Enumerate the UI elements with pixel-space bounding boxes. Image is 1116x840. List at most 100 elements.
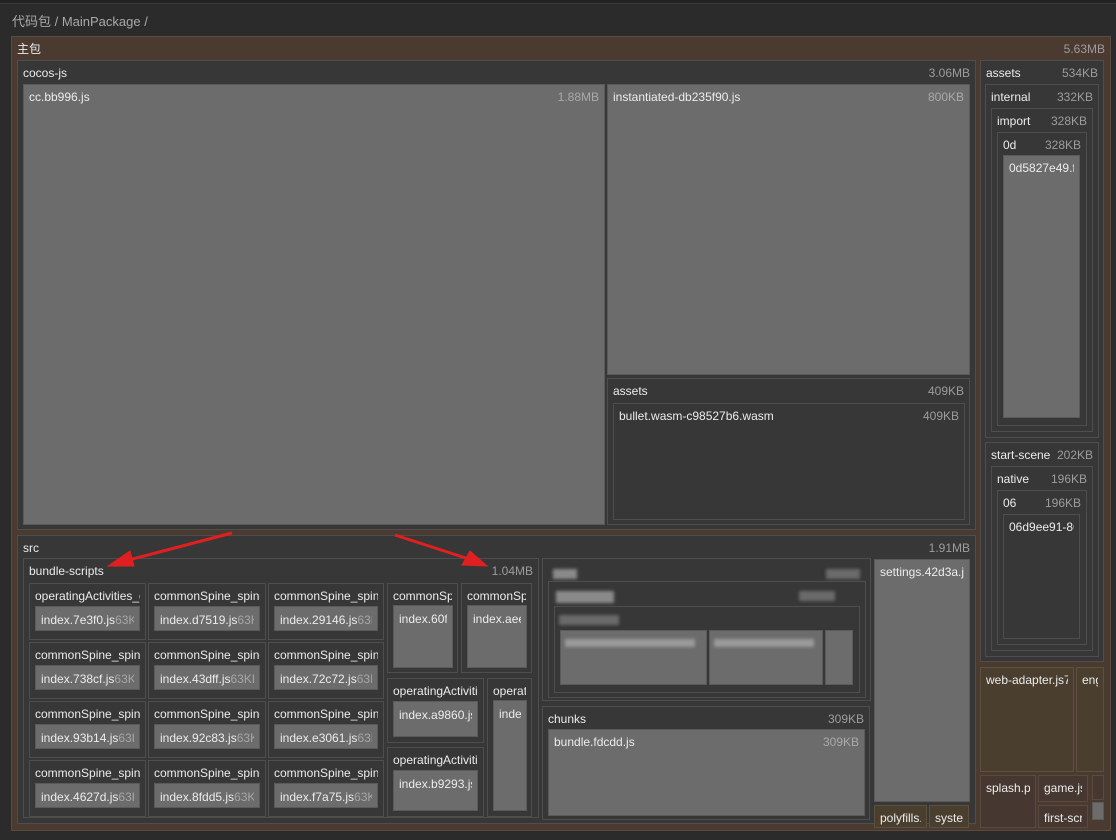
treemap-group[interactable]: web-adapter.js72: [980, 667, 1074, 772]
node-name: src: [23, 541, 39, 555]
node-size: 3.06MB: [928, 66, 970, 80]
node-name: commonSpi: [467, 589, 526, 603]
treemap-leaf[interactable]: index.e3061.js63KB: [274, 724, 378, 749]
node-name: settings.42d3a.json: [880, 565, 964, 579]
node-name: start-scene: [991, 448, 1051, 462]
breadcrumb[interactable]: 代码包 / MainPackage /: [12, 11, 148, 30]
node-name: index.72c72.js: [280, 672, 357, 686]
node-name: index.4627d.js: [41, 790, 119, 804]
node-name: assets: [986, 66, 1021, 80]
treemap-group[interactable]: polyfills.b: [874, 805, 927, 828]
treemap-leaf[interactable]: index.4627d.js63KB: [35, 783, 140, 808]
treemap-leaf[interactable]: index.7e3f0.js63KB: [35, 606, 140, 631]
node-name: commonSpine_spine_: [154, 766, 260, 780]
node-name: index.60f7: [399, 612, 447, 626]
node-size: 328KB: [1044, 138, 1081, 152]
redacted-text: [799, 591, 835, 601]
node-name: commonSpine_spine_: [35, 648, 140, 662]
node-name: commonSpine_spine_: [154, 707, 260, 721]
treemap-leaf[interactable]: bundle.fdcdd.js 309KB: [548, 729, 865, 816]
node-size: 63KB: [118, 731, 134, 745]
treemap-leaf[interactable]: index.60f7: [393, 605, 453, 668]
redacted-text: [565, 639, 695, 647]
redacted-text: [826, 569, 860, 579]
node-name: index.d7519.js: [160, 613, 238, 627]
node-size: 1.91MB: [928, 541, 970, 555]
node-size: 63KB: [237, 613, 254, 627]
node-name: game.jsc: [1044, 781, 1082, 795]
node-size: 800KB: [927, 90, 964, 104]
treemap-leaf[interactable]: index: [493, 700, 527, 811]
node-size: 63KB: [357, 613, 372, 627]
node-name: bundle.fdcdd.js: [554, 735, 635, 749]
treemap-leaf[interactable]: 0d5827e49.f1: [1003, 155, 1080, 418]
treemap-group[interactable]: bullet.wasm-c98527b6.wasm 409KB: [613, 403, 965, 520]
redacted-text: [556, 591, 614, 603]
treemap-group[interactable]: g: [1092, 775, 1104, 800]
treemap-leaf[interactable]: index.aee8: [467, 605, 527, 668]
treemap-leaf[interactable]: index.92c83.js63KB: [154, 724, 260, 749]
treemap-leaf[interactable]: settings.42d3a.json: [874, 559, 970, 802]
node-size: 309KB: [827, 712, 864, 726]
treemap-leaf[interactable]: index.8fdd5.js63KB: [154, 783, 260, 808]
redacted-leaf[interactable]: [709, 630, 823, 685]
treemap-leaf[interactable]: index.f7a75.js63KB: [274, 783, 378, 808]
node-name: operatir: [493, 684, 526, 698]
treemap-group[interactable]: system: [929, 805, 969, 828]
treemap-group[interactable]: first-scre: [1038, 805, 1088, 828]
node-name: index.43dff.js: [160, 672, 231, 686]
treemap-leaf[interactable]: a: [1092, 802, 1104, 820]
treemap-leaf[interactable]: instantiated-db235f90.js 800KB: [607, 84, 970, 375]
node-size: 63KB: [234, 790, 254, 804]
node-name: internal: [991, 90, 1031, 104]
treemap-leaf[interactable]: index.72c72.js63KB: [274, 665, 378, 690]
node-name: assets: [613, 384, 648, 398]
treemap-leaf[interactable]: index.738cf.js63KB: [35, 665, 140, 690]
node-size: 332KB: [1056, 90, 1093, 104]
node-size: 63KB: [114, 672, 134, 686]
treemap-leaf[interactable]: index.29146.js63KB: [274, 606, 378, 631]
redacted-leaf[interactable]: [560, 630, 707, 685]
node-size: 202KB: [1056, 448, 1093, 462]
treemap-group[interactable]: 06d9ee91-86a: [1003, 514, 1080, 639]
treemap-group[interactable]: splash.pn: [980, 775, 1036, 828]
node-size: 196KB: [1050, 472, 1087, 486]
node-size: 409KB: [927, 384, 964, 398]
node-name: index.29146.js: [280, 613, 358, 627]
node-name: bullet.wasm-c98527b6.wasm: [619, 409, 774, 423]
node-name: chunks: [548, 712, 587, 726]
node-name: index: [499, 707, 521, 721]
treemap-leaf[interactable]: cc.bb996.js 1.88MB: [23, 84, 605, 525]
redacted-group[interactable]: [542, 558, 871, 701]
node-size: 309KB: [822, 735, 859, 749]
treemap-group[interactable]: engi: [1076, 667, 1104, 772]
node-name: commonSpine_spine_: [274, 589, 378, 603]
node-size: 63KB: [118, 790, 134, 804]
treemap-leaf[interactable]: index.43dff.js63KB: [154, 665, 260, 690]
treemap-group[interactable]: game.jsc: [1038, 775, 1088, 802]
node-size: 196KB: [1044, 496, 1081, 510]
redacted-leaf[interactable]: [825, 630, 853, 685]
node-name: web-adapter.js72: [986, 673, 1068, 687]
treemap-leaf[interactable]: index.d7519.js63KB: [154, 606, 260, 631]
node-name: engi: [1082, 673, 1098, 687]
node-name: cocos-js: [23, 66, 68, 80]
node-name: first-scre: [1044, 811, 1082, 825]
node-name: index.93b14.js: [41, 731, 119, 745]
node-name: polyfills.b: [880, 811, 921, 825]
redacted-subgroup[interactable]: [554, 606, 860, 693]
node-size: 5.63MB: [1063, 42, 1105, 56]
node-name: 06: [1003, 496, 1017, 510]
node-name: commonSpine_spine_: [154, 648, 260, 662]
node-name: native: [997, 472, 1030, 486]
node-name: instantiated-db235f90.js: [613, 90, 741, 104]
treemap-leaf[interactable]: index.93b14.js63KB: [35, 724, 140, 749]
node-name: index.e3061.js: [280, 731, 358, 745]
treemap-leaf[interactable]: index.b9293.js: [393, 770, 478, 811]
treemap-leaf[interactable]: index.a9860.js: [393, 701, 478, 737]
node-size: 63KB: [236, 731, 254, 745]
node-size: 1.88MB: [557, 90, 599, 104]
node-name: commonSpine_spine_: [274, 707, 378, 721]
redacted-subgroup[interactable]: [548, 581, 866, 698]
node-name: splash.pn: [986, 781, 1030, 795]
